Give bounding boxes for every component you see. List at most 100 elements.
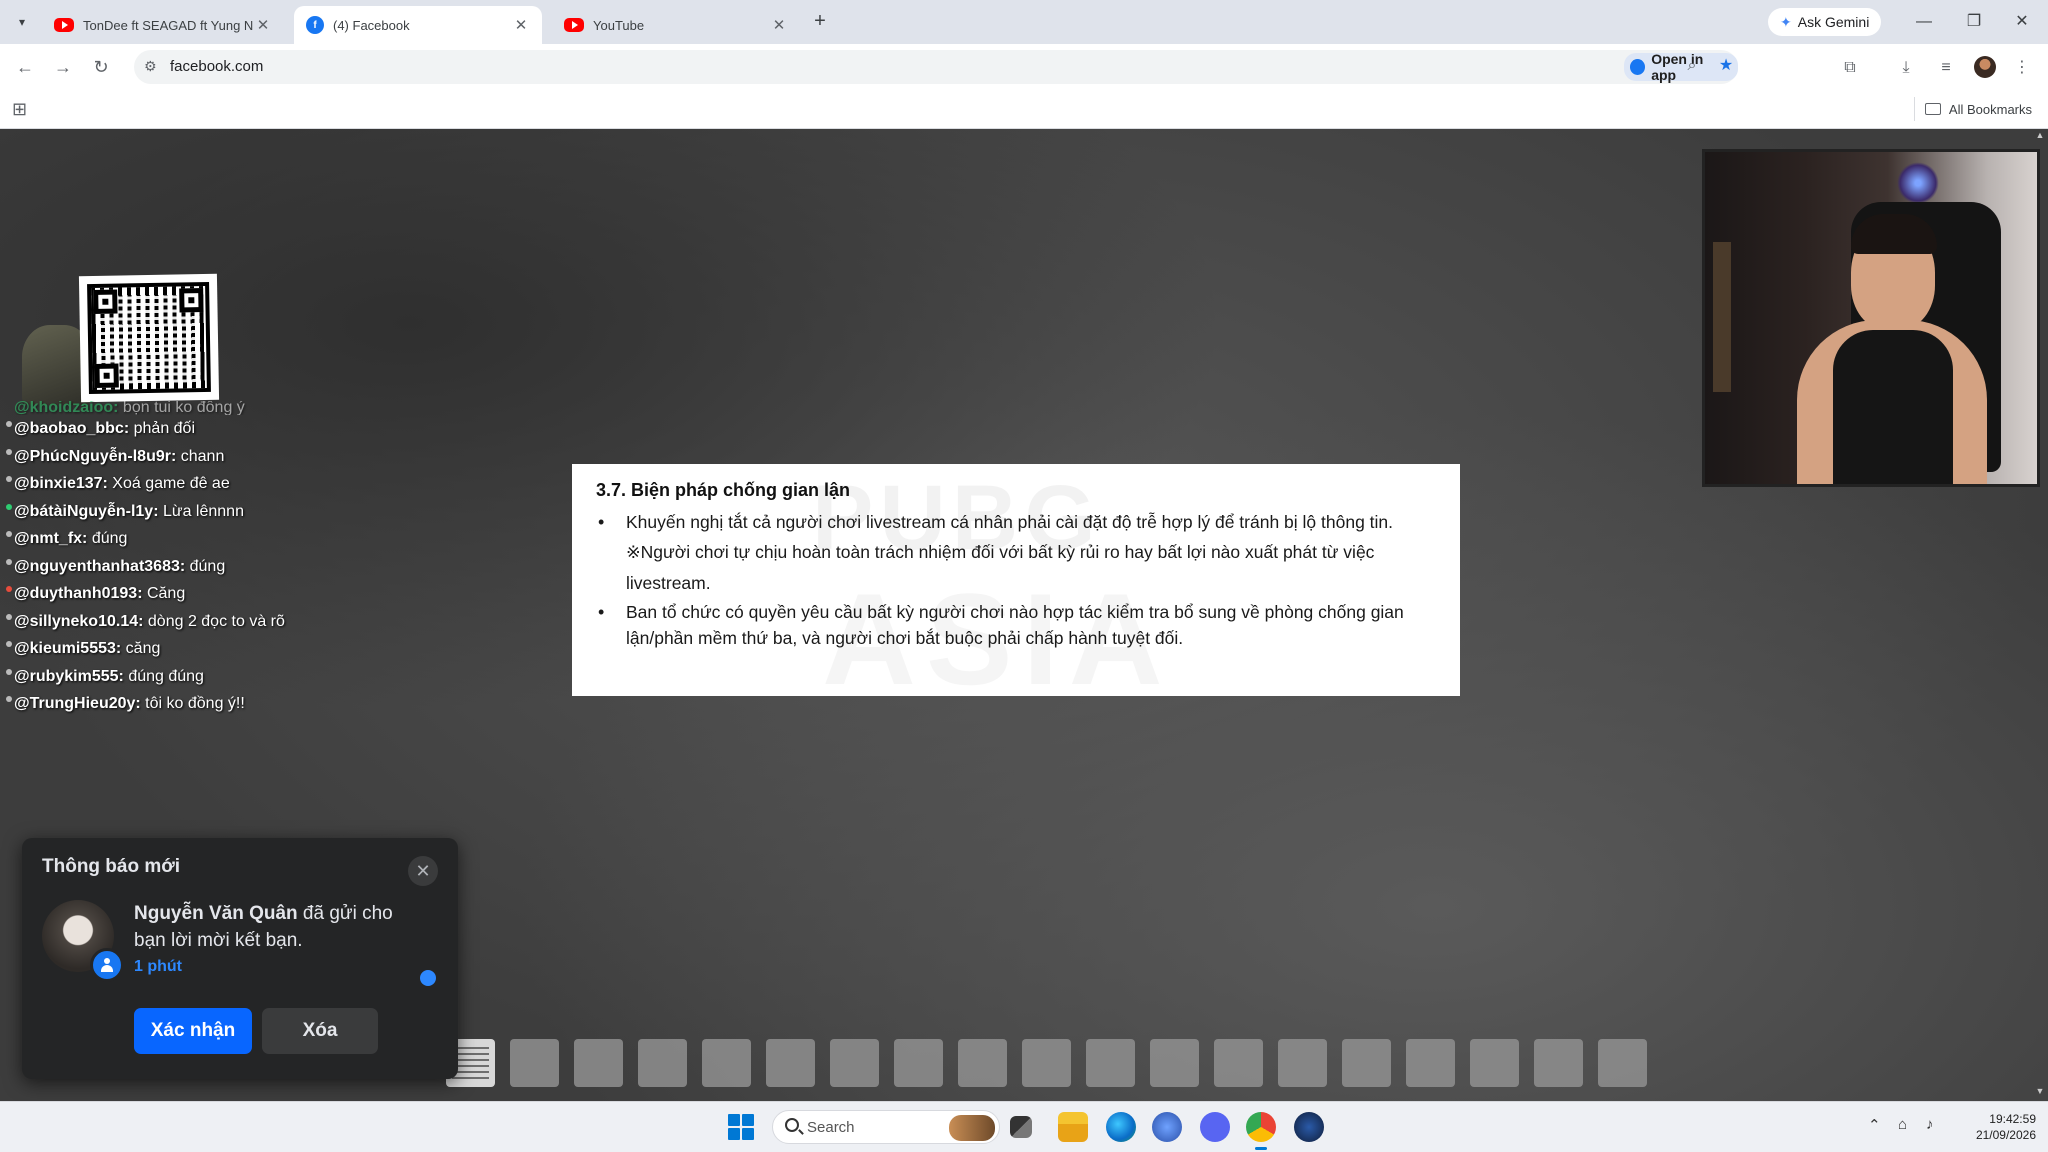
system-clock[interactable]: 19:42:59 21/09/2026 xyxy=(1950,1111,2036,1143)
thumbnail[interactable] xyxy=(830,1039,879,1087)
windows-start-icon[interactable] xyxy=(728,1114,754,1140)
download-icon[interactable]: ⤓ xyxy=(1894,56,1918,80)
thumbnail[interactable] xyxy=(1406,1039,1455,1087)
thumbnail[interactable] xyxy=(1086,1039,1135,1087)
thumbnail[interactable] xyxy=(702,1039,751,1087)
thumbnail[interactable] xyxy=(766,1039,815,1087)
all-bookmarks-button[interactable]: All Bookmarks xyxy=(1913,97,2032,121)
tab-close-icon[interactable]: ✕ xyxy=(512,16,530,34)
document-note: ※Người chơi tự chịu hoàn toàn trách nhiệ… xyxy=(626,542,1375,593)
person-icon xyxy=(101,958,113,972)
folder-icon xyxy=(1924,103,1941,115)
chat-dot xyxy=(6,613,12,620)
discord-icon[interactable] xyxy=(1200,1112,1230,1142)
tab-title: (4) Facebook xyxy=(333,17,410,33)
windows-taskbar: Search ⌃ ⌂ ♪ 19:42:59 21/09/2026 xyxy=(0,1101,2048,1152)
browser-tab-bar: ▾ TonDee ft SEAGAD ft Yung Ni ✕ f (4) Fa… xyxy=(0,0,2048,44)
chat-message: @PhúcNguyễn-l8u9r: chann xyxy=(6,443,346,471)
menu-kebab-icon[interactable]: ⋮ xyxy=(2010,56,2034,80)
profile-avatar[interactable] xyxy=(1974,56,1996,78)
reload-icon[interactable]: ↻ xyxy=(88,54,114,80)
new-tab-button[interactable]: + xyxy=(808,10,832,34)
tab-close-icon[interactable]: ✕ xyxy=(254,16,272,34)
tab-tondee[interactable]: TonDee ft SEAGAD ft Yung Ni ✕ xyxy=(42,6,284,44)
forward-arrow-icon[interactable]: → xyxy=(50,54,76,80)
document-bullet: Khuyến nghị tắt cả người chơi livestream… xyxy=(596,509,1436,535)
unread-dot xyxy=(420,970,436,986)
ask-gemini-button[interactable]: ✦ Ask Gemini xyxy=(1768,8,1882,36)
media-controls-icon[interactable]: ≡ xyxy=(1934,56,1958,80)
ask-gemini-label: Ask Gemini xyxy=(1797,14,1870,30)
thumbnail[interactable] xyxy=(1470,1039,1519,1087)
qr-finder xyxy=(94,363,119,388)
delete-button[interactable]: Xóa xyxy=(262,1008,378,1054)
facebook-icon: f xyxy=(306,16,324,34)
thumbnail[interactable] xyxy=(958,1039,1007,1087)
stream-chat-overlay: @khoidzaioo: bọn tui ko đồng ý @baobao_b… xyxy=(6,401,346,718)
chat-dot xyxy=(6,421,12,427)
chat-message: @nmt_fx: đúng xyxy=(6,525,346,553)
thumbnail[interactable] xyxy=(1342,1039,1391,1087)
thumbnail[interactable] xyxy=(1598,1039,1647,1087)
thumbnail[interactable] xyxy=(574,1039,623,1087)
chat-message: @bátàiNguyễn-l1y: Lừa lênnnn xyxy=(6,498,346,526)
tray-overflow-chevron-icon[interactable]: ⌃ xyxy=(1868,1116,1881,1134)
thumbnail[interactable] xyxy=(1150,1039,1199,1087)
document-bullet: Ban tổ chức có quyền yêu cầu bất kỳ ngườ… xyxy=(596,599,1436,651)
webcam-person-hair xyxy=(1851,214,1937,254)
tab-close-icon[interactable]: ✕ xyxy=(770,16,788,34)
new-notification-popup: Thông báo mới ✕ Nguyễn Văn Quân đã gửi c… xyxy=(22,838,458,1079)
close-window-icon[interactable]: ✕ xyxy=(2008,8,2036,36)
tab-youtube[interactable]: YouTube ✕ xyxy=(552,6,800,44)
steam-icon[interactable] xyxy=(1294,1112,1324,1142)
notification-time: 1 phút xyxy=(134,958,182,975)
thumbnail[interactable] xyxy=(1278,1039,1327,1087)
chat-message: @binxie137: Xoá game đê ae xyxy=(6,470,346,498)
sender-name: Nguyễn Văn Quân xyxy=(134,903,298,924)
chat-dot xyxy=(6,476,12,482)
webcam-person-shirt xyxy=(1833,330,1953,484)
site-settings-icon[interactable]: ⚙ xyxy=(144,58,157,75)
chat-dot xyxy=(6,558,12,565)
clock-date: 21/09/2026 xyxy=(1975,1128,2036,1142)
webcam-overlay xyxy=(1702,149,2040,487)
zoom-icon[interactable]: ⌕ xyxy=(1680,54,1704,78)
qr-finder xyxy=(93,289,118,314)
app-icon[interactable] xyxy=(1152,1112,1182,1142)
tab-facebook[interactable]: f (4) Facebook ✕ xyxy=(294,6,542,44)
notification-message[interactable]: Nguyễn Văn Quân đã gửi cho bạn lời mời k… xyxy=(134,900,394,954)
scroll-down-arrow-icon[interactable]: ▼ xyxy=(2034,1086,2046,1098)
thumbnail[interactable] xyxy=(1214,1039,1263,1087)
rules-document: PUBG ASIA 3.7. Biện pháp chống gian lận … xyxy=(572,464,1460,712)
qr-pattern xyxy=(87,281,211,395)
network-icon[interactable]: ⌂ xyxy=(1898,1116,1907,1133)
restore-icon[interactable]: ❐ xyxy=(1960,8,1988,36)
thumbnail[interactable] xyxy=(510,1039,559,1087)
taskbar-search-label: Search xyxy=(807,1119,855,1136)
volume-icon[interactable]: ♪ xyxy=(1926,1116,1934,1133)
extensions-icon[interactable]: ⧉ xyxy=(1838,56,1862,80)
taskbar-search[interactable]: Search xyxy=(772,1110,1000,1144)
chat-message: @sillyneko10.14: dòng 2 đọc to và rõ xyxy=(6,608,346,636)
apps-grid-icon[interactable]: ⊞ xyxy=(12,99,27,120)
confirm-button[interactable]: Xác nhận xyxy=(134,1008,252,1054)
chat-dot xyxy=(6,668,12,675)
close-icon[interactable]: ✕ xyxy=(408,856,438,886)
back-arrow-icon[interactable]: ← xyxy=(12,54,38,80)
chrome-icon[interactable] xyxy=(1246,1112,1276,1150)
tab-search-chevron-icon[interactable]: ▾ xyxy=(10,10,34,34)
thumbnail[interactable] xyxy=(638,1039,687,1087)
thumbnail[interactable] xyxy=(1534,1039,1583,1087)
chat-dot xyxy=(6,696,12,702)
scroll-up-arrow-icon[interactable]: ▲ xyxy=(2034,130,2046,142)
thumbnail[interactable] xyxy=(894,1039,943,1087)
task-view-icon[interactable] xyxy=(1010,1116,1032,1138)
url-text[interactable]: facebook.com xyxy=(170,58,263,75)
minimize-icon[interactable]: — xyxy=(1910,8,1938,36)
qr-finder xyxy=(179,288,204,313)
bookmark-star-icon[interactable]: ★ xyxy=(1714,54,1738,78)
thumbnail[interactable] xyxy=(1022,1039,1071,1087)
file-explorer-icon[interactable] xyxy=(1058,1112,1088,1142)
edge-icon[interactable] xyxy=(1106,1112,1136,1142)
address-bar[interactable]: ⚙ facebook.com Open in app ⌕ ★ xyxy=(134,50,1738,84)
